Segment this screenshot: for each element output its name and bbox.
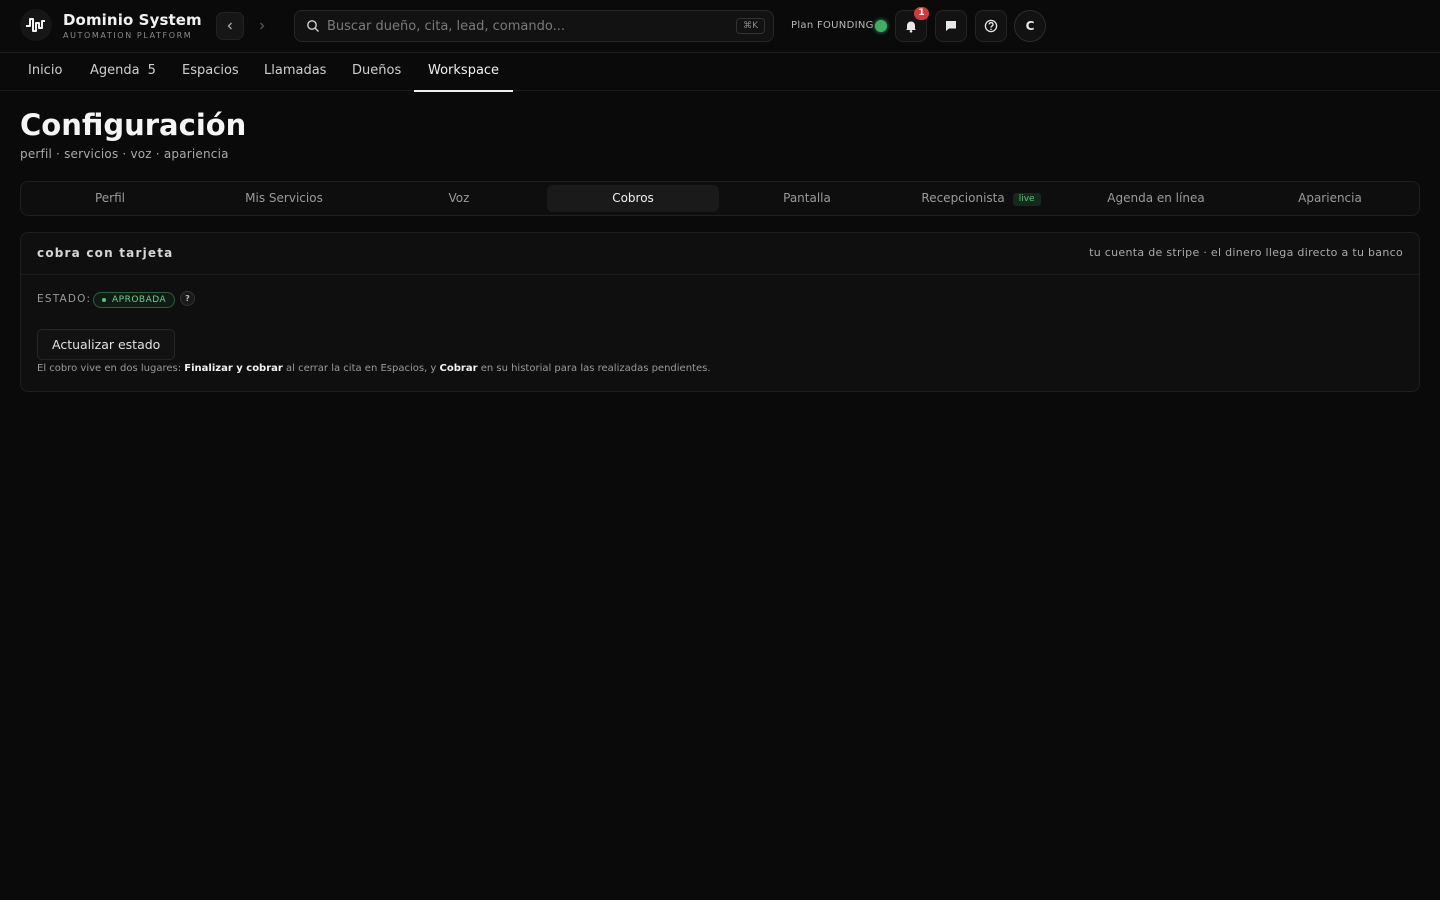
brand-logo[interactable] <box>20 9 52 41</box>
waveform-logo-icon <box>26 18 45 32</box>
tab-espacios[interactable]: Espacios <box>182 53 239 91</box>
chevron-right-icon <box>260 22 265 30</box>
tab-agenda[interactable]: Agenda 5 <box>90 53 156 91</box>
status-badge: APROBADA <box>93 292 176 308</box>
tab-mis-servicios[interactable]: Mis Servicios <box>198 185 370 212</box>
card-note: tu cuenta de stripe · el dinero llega di… <box>1089 246 1403 259</box>
page-subtitle: perfil · servicios · voz · apariencia <box>20 147 229 161</box>
search-input[interactable] <box>327 11 727 41</box>
status-help-button[interactable]: ? <box>180 291 195 306</box>
tab-llamadas[interactable]: Llamadas <box>264 53 326 91</box>
update-status-button[interactable]: Actualizar estado <box>37 329 176 360</box>
main-nav: Inicio Agenda 5 Espacios Llamadas Dueños … <box>0 53 1440 92</box>
user-avatar[interactable]: C <box>1014 10 1046 42</box>
chevron-left-icon <box>227 22 232 30</box>
shortcut-hint: ⌘K <box>736 18 765 34</box>
tab-pantalla[interactable]: Pantalla <box>721 185 893 212</box>
plan-label: Plan FOUNDING <box>791 20 874 31</box>
charge-text: Cobrar <box>439 363 478 374</box>
tab-apariencia[interactable]: Apariencia <box>1244 185 1416 212</box>
brand-subtitle: AUTOMATION PLATFORM <box>63 31 193 40</box>
top-bar: Dominio System AUTOMATION PLATFORM ⌘K Pl… <box>0 0 1440 53</box>
tab-agenda-en-linea[interactable]: Agenda en línea <box>1070 185 1242 212</box>
finalize-charge-text: Finalizar y cobrar <box>184 363 283 374</box>
tab-perfil[interactable]: Perfil <box>24 185 196 212</box>
brand-name: Dominio System <box>63 11 202 29</box>
tab-recepcionista[interactable]: Recepcionista live <box>895 185 1067 212</box>
chat-icon <box>946 21 956 31</box>
back-button[interactable] <box>216 12 244 40</box>
forward-button[interactable] <box>248 12 276 40</box>
tab-voz[interactable]: Voz <box>373 185 545 212</box>
messages-button[interactable] <box>935 10 967 42</box>
help-circle-icon <box>984 19 998 33</box>
tab-duenos[interactable]: Dueños <box>352 53 401 91</box>
settings-tabs: Perfil Mis Servicios Voz Cobros Pantalla… <box>20 181 1420 216</box>
tab-inicio[interactable]: Inicio <box>28 53 62 91</box>
search-bar[interactable]: ⌘K <box>294 10 774 42</box>
live-badge: live <box>1012 193 1041 206</box>
notification-count-badge: 1 <box>914 7 929 20</box>
estado-label: ESTADO: <box>37 293 92 305</box>
help-text: El cobro vive en dos lugares: Finalizar … <box>37 363 711 374</box>
tab-workspace[interactable]: Workspace <box>413 53 514 92</box>
card-title: cobra con tarjeta <box>37 246 174 260</box>
tab-cobros[interactable]: Cobros <box>547 185 719 212</box>
card-payments: cobra con tarjeta tu cuenta de stripe · … <box>20 232 1420 392</box>
plan-status-dot <box>875 20 887 32</box>
help-button[interactable] <box>975 10 1007 42</box>
card-header: cobra con tarjeta tu cuenta de stripe · … <box>21 233 1419 275</box>
search-icon <box>307 20 319 32</box>
page-title: Configuración <box>20 108 247 142</box>
agenda-count: 5 <box>147 63 156 78</box>
bell-icon <box>906 21 916 33</box>
